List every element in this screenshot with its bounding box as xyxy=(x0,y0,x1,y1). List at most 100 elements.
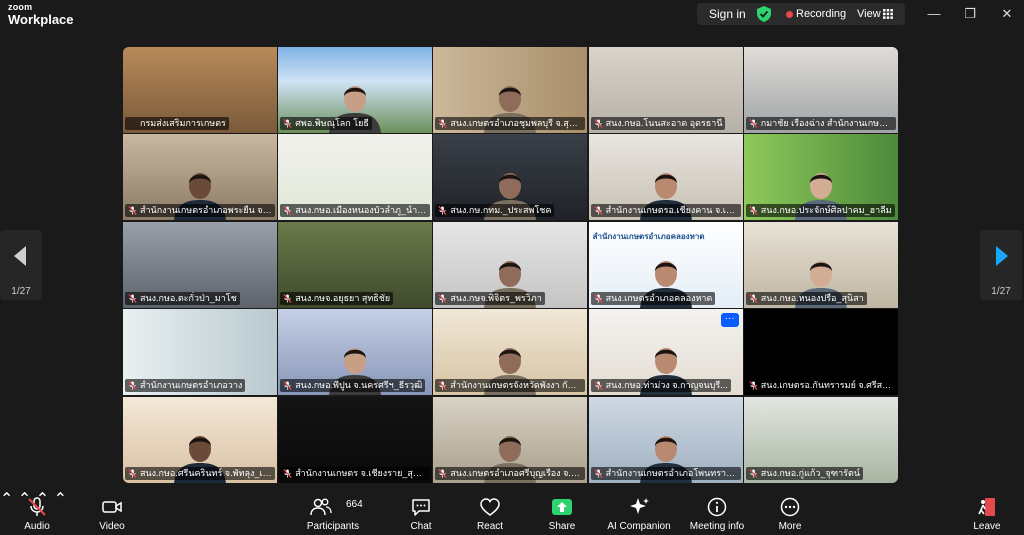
audio-options-caret-icon[interactable]: ⌃ xyxy=(0,491,13,508)
muted-mic-icon xyxy=(283,468,292,478)
leave-button[interactable]: Leave xyxy=(968,489,1006,535)
tile-more-options-button[interactable]: ··· xyxy=(720,313,739,328)
muted-mic-icon xyxy=(749,293,758,303)
chat-button[interactable]: Chat xyxy=(402,489,440,535)
muted-mic-icon xyxy=(438,119,447,128)
participant-tile[interactable]: สนง.เกษตรอำเภอศรีบุญเรือง จ.ห... xyxy=(433,396,588,483)
next-page-button[interactable]: 1/27 xyxy=(980,230,1022,300)
share-label: Share xyxy=(548,521,576,532)
participants-button[interactable]: 664 Participants xyxy=(302,489,364,535)
muted-mic-icon xyxy=(749,119,758,128)
participant-name: สนง.กษอ.ตะกั่วป่า_มาโช xyxy=(125,291,240,305)
minimize-button[interactable]: — xyxy=(925,6,943,22)
participant-name: สนง.เกษตรอ.กันทรารมย์ จ.ศรีสะเ... xyxy=(745,379,896,393)
audio-label: Audio xyxy=(24,521,50,532)
participant-tile[interactable]: สำนักงานเกษตรอ.เชียงคาน จ.เลย... xyxy=(588,134,743,221)
participants-label: Participants xyxy=(306,521,360,532)
ai-companion-label: AI Companion xyxy=(607,521,671,532)
participant-tile[interactable]: สนง.กษอ.พีปูน จ.นครศรีฯ_ธีรวุฒิ xyxy=(278,309,433,396)
muted-mic-icon xyxy=(128,468,137,478)
chat-label: Chat xyxy=(410,521,432,532)
leave-door-icon xyxy=(978,498,995,516)
share-button[interactable]: Share xyxy=(540,489,584,535)
shared-slide-text: สำนักงานเกษตรอำเภอคลองหาด xyxy=(592,231,705,241)
heart-icon xyxy=(480,498,500,516)
participant-tile[interactable]: สนง.กษอ.ประจักษ์ศิลปาคม_ฮาลีม xyxy=(743,134,898,221)
page-indicator-left: 1/27 xyxy=(11,286,31,297)
participant-tile[interactable]: สนง.กษ.กทม._ประสพโชค xyxy=(433,134,588,221)
info-icon xyxy=(707,497,727,517)
muted-mic-icon xyxy=(594,381,603,391)
sign-in-button[interactable]: Sign in xyxy=(709,7,746,21)
participant-tile[interactable]: สำนักงานเกษตรอำเภอวาง xyxy=(123,309,277,396)
participant-tile[interactable]: สำนักงานเกษตรอำเภอคลองหาด สนง.เกษตรอำเภอค… xyxy=(588,221,743,308)
muted-mic-icon xyxy=(594,468,603,478)
logo-line1: zoom xyxy=(8,2,33,12)
video-camera-icon xyxy=(102,501,122,513)
view-button[interactable]: View xyxy=(857,8,881,20)
participant-tile[interactable]: สนง.กษอ.หนองปรือ_สุนิสา xyxy=(743,221,898,308)
participant-tile[interactable]: ศพอ.พิษณุโลก โยธี xyxy=(278,47,433,133)
participant-tile[interactable]: สนง.กษจ.อยุธยา สุทธิชัย xyxy=(278,221,433,308)
microphone-muted-icon xyxy=(28,497,46,516)
participants-icon xyxy=(309,498,332,516)
muted-mic-icon xyxy=(438,293,447,303)
muted-mic-icon xyxy=(594,293,603,303)
ai-sparkle-icon xyxy=(630,498,649,514)
participant-name: สำนักงานเกษตรอ.เชียงคาน จ.เลย... xyxy=(590,204,741,218)
participant-name: กรมส่งเสริมการเกษตร xyxy=(125,117,229,130)
participant-tile[interactable]: สนง.กษอ.ตะกั่วป่า_มาโช xyxy=(123,221,277,308)
more-dots-icon xyxy=(780,497,800,517)
participant-tile[interactable]: สำนักงานเกษตรจังหวัดพังงา กันต์... xyxy=(433,309,588,396)
zoom-workplace-logo: zoom Workplace xyxy=(8,2,74,27)
participant-tile[interactable]: สนง.เกษตรอ.กันทรารมย์ จ.ศรีสะเ... xyxy=(743,309,898,396)
participant-tile[interactable]: สนง.กษอ.กู่แก้ว_จุฑารัตน์ xyxy=(743,396,898,483)
participant-tile[interactable]: สนง.กษอ.เมืองหนองบัวลำภู_นำทิ... xyxy=(278,134,433,221)
recording-indicator[interactable]: Recording xyxy=(796,8,846,20)
participant-name: สนง.กษจ.พิจิตร_พรวิภา xyxy=(435,291,545,305)
audio-button[interactable]: Audio xyxy=(16,489,58,535)
participant-name: สนง.กษอ.ท่าม่วง จ.กาญจนบุรี... xyxy=(590,379,731,393)
meeting-toolbar: Audio ⌃ Video ⌃ 664 Participants ⌃ Chat … xyxy=(0,489,1024,535)
participant-tile[interactable]: สำนักงานเกษตร จ.เชียงราย_สุธากร xyxy=(278,396,433,483)
react-label: React xyxy=(476,521,504,532)
participant-name: สนง.เกษตรอำเภอศรีบุญเรือง จ.ห... xyxy=(435,466,586,480)
react-button[interactable]: React xyxy=(470,489,510,535)
participant-tile[interactable]: สนง.กษอ.ศรีนครินทร์ จ.พัทลุง_เอ็... xyxy=(123,396,277,483)
participant-name: สนง.กษจ.อยุธยา สุทธิชัย xyxy=(280,291,394,305)
participant-name: ศพอ.พิษณุโลก โยธี xyxy=(280,117,372,130)
zoom-meeting-window: { "app": {"logo_line1": "zoom", "logo_li… xyxy=(0,0,1024,535)
muted-mic-icon xyxy=(749,381,758,391)
participant-tile[interactable]: สนง.เกษตรอำเภอชุมพลบุรี จ.สุริน... xyxy=(433,47,588,133)
leave-label: Leave xyxy=(973,521,1001,532)
participant-name: สนง.กษ.กทม._ประสพโชค xyxy=(435,204,555,218)
muted-mic-icon xyxy=(594,206,603,216)
chevron-left-icon xyxy=(14,246,26,266)
video-button[interactable]: Video xyxy=(92,489,132,535)
participant-tile[interactable]: กมาชัย เรืองฉ่าง สำนักงานเกษตร... xyxy=(743,47,898,133)
security-shield-icon[interactable] xyxy=(757,6,771,22)
participant-tile[interactable]: สำนักงานเกษตรอำเภอโพนทราย จ.ร้อ... xyxy=(588,396,743,483)
previous-page-button[interactable]: 1/27 xyxy=(0,230,42,300)
ai-companion-button[interactable]: AI Companion xyxy=(604,489,674,535)
video-gallery: กรมส่งเสริมการเกษตร ศพอ.พิษณุโลก โยธี สนง.… xyxy=(123,47,898,483)
muted-mic-icon xyxy=(438,206,447,216)
participant-name: สำนักงานเกษตร จ.เชียงราย_สุธากร xyxy=(280,466,431,480)
grid-view-icon[interactable] xyxy=(883,9,893,19)
participant-tile[interactable]: สนง.กษอ.โนนสะอาด อุดรธานี xyxy=(588,47,743,133)
muted-mic-icon xyxy=(438,381,447,391)
meeting-info-button[interactable]: Meeting info xyxy=(686,489,748,535)
participant-tile[interactable]: กรมส่งเสริมการเกษตร xyxy=(123,47,277,133)
participant-tile[interactable]: สำนักงานเกษตรอำเภอพระยืน จ.ข... xyxy=(123,134,277,221)
muted-mic-icon xyxy=(749,206,758,216)
participant-tile[interactable]: สนง.กษจ.พิจิตร_พรวิภา xyxy=(433,221,588,308)
maximize-button[interactable]: ❐ xyxy=(961,6,979,22)
participant-tile[interactable]: ··· สนง.กษอ.ท่าม่วง จ.กาญจนบุรี... xyxy=(588,309,743,396)
muted-mic-icon xyxy=(283,119,292,128)
muted-mic-icon xyxy=(594,119,603,128)
close-window-button[interactable]: ✕ xyxy=(998,6,1016,22)
muted-mic-icon xyxy=(283,206,292,216)
participant-name: สำนักงานเกษตรอำเภอโพนทราย จ.ร้อ... xyxy=(590,466,741,480)
participant-name: สนง.กษอ.ศรีนครินทร์ จ.พัทลุง_เอ็... xyxy=(125,466,275,480)
more-button[interactable]: More xyxy=(770,489,810,535)
